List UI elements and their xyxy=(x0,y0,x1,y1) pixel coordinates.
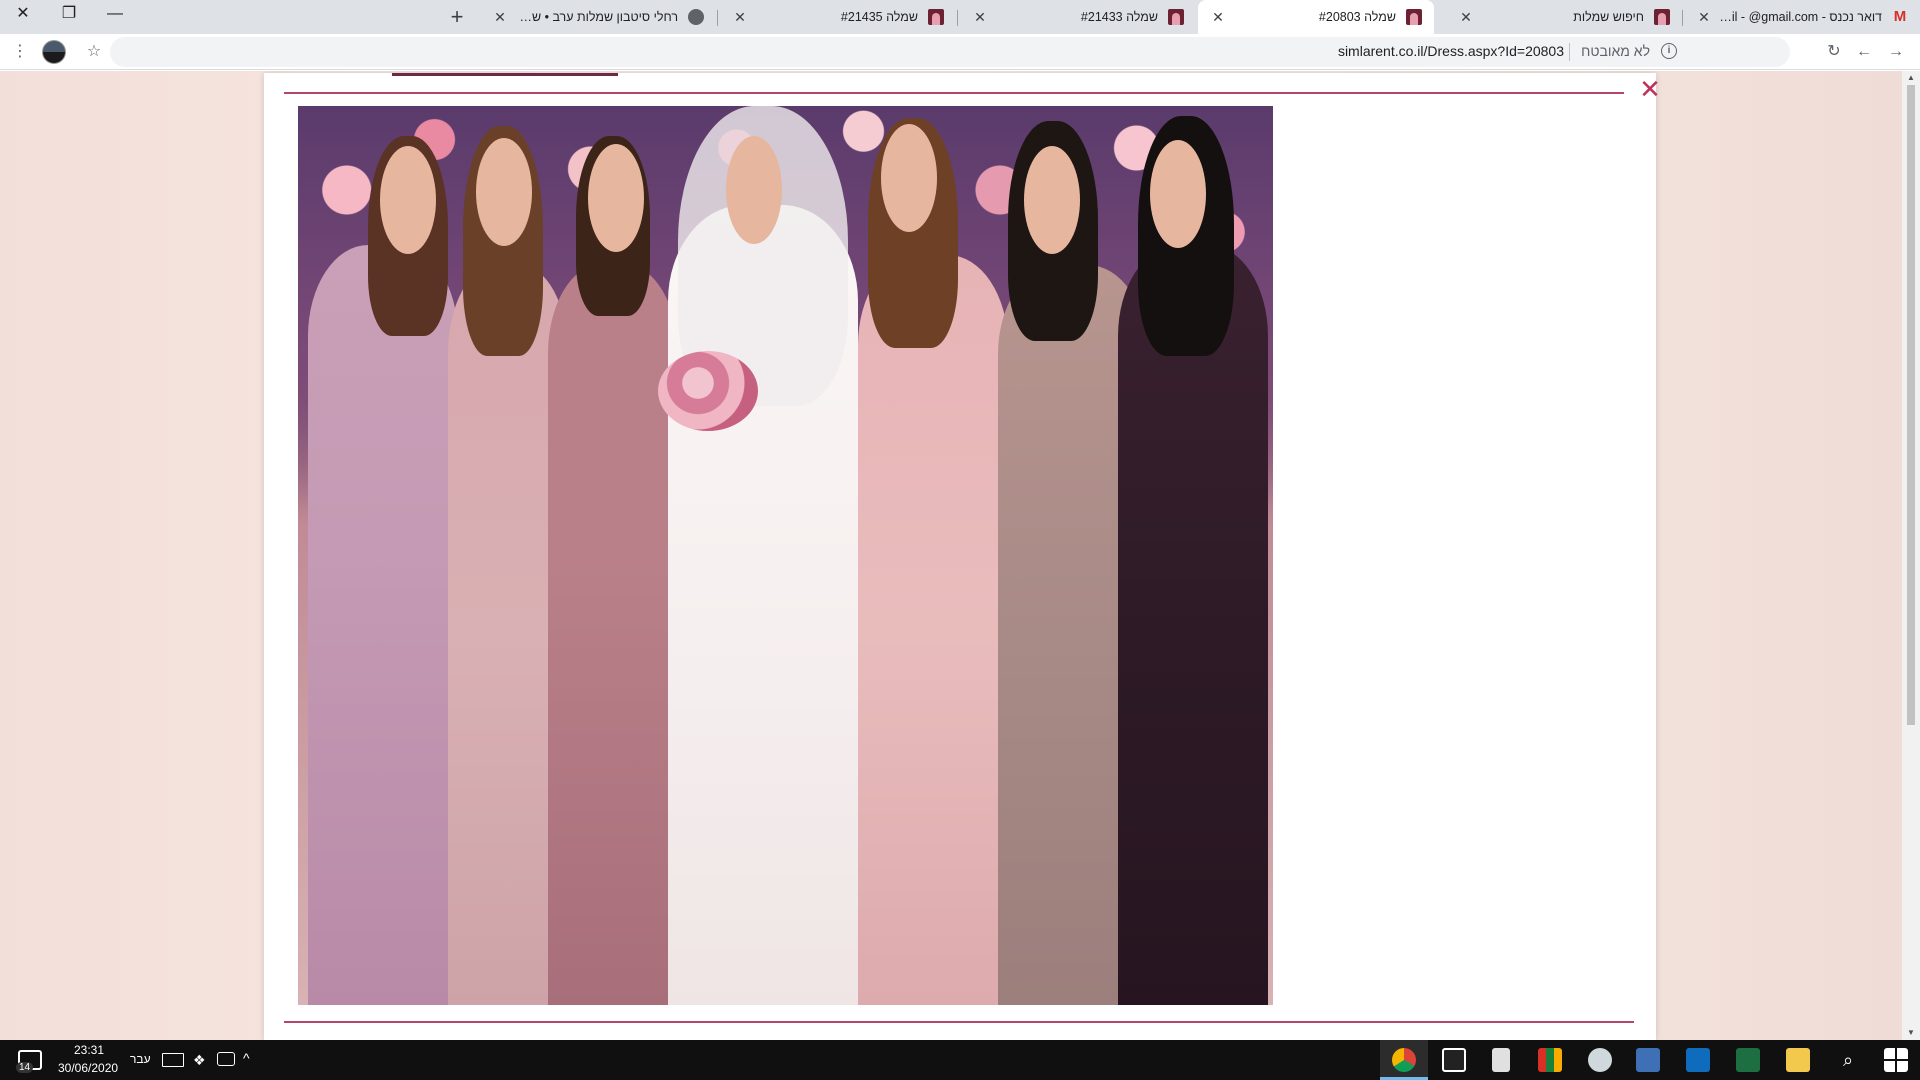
tab-dress-20803[interactable]: שמלה #20803 ✕ xyxy=(1198,0,1434,34)
globe-icon xyxy=(688,9,704,25)
start-windows-icon[interactable] xyxy=(1884,1048,1908,1072)
notification-count: 14 xyxy=(16,1062,34,1073)
excel-icon[interactable] xyxy=(1736,1048,1760,1072)
window-minimize-button[interactable]: — xyxy=(92,0,138,30)
tab-close-icon[interactable]: ✕ xyxy=(732,9,748,26)
tab-separator xyxy=(1682,10,1683,26)
browser-toolbar: ⋮ ☆ i לא מאובטח simlarent.co.il/Dress.as… xyxy=(0,34,1920,70)
dress-icon xyxy=(1406,9,1422,25)
network-app-icon[interactable] xyxy=(1636,1048,1660,1072)
profile-avatar[interactable] xyxy=(42,40,66,64)
tab-dress-search[interactable]: חיפוש שמלות ✕ xyxy=(1446,0,1682,34)
address-separator xyxy=(1569,43,1570,61)
face-blur xyxy=(726,136,782,244)
window-restore-button[interactable]: ❐ xyxy=(46,0,92,30)
tab-close-icon[interactable]: ✕ xyxy=(972,9,988,26)
tab-evening-dresses[interactable]: רחלי סיטבון שמלות ערב • שמחה ✕ xyxy=(480,0,716,34)
image-modal: ✕ xyxy=(264,73,1661,1040)
show-hidden-icons-icon[interactable]: ^ xyxy=(243,1050,259,1066)
address-bar[interactable]: i לא מאובטח simlarent.co.il/Dress.aspx?I… xyxy=(110,37,1790,67)
tab-dress-21433[interactable]: שמלה #21433 ✕ xyxy=(960,0,1196,34)
scroll-up-arrow-icon[interactable]: ▲ xyxy=(1906,73,1916,83)
chrome-icon[interactable] xyxy=(1392,1048,1416,1072)
tab-close-icon[interactable]: ✕ xyxy=(1210,9,1226,26)
face-blur xyxy=(588,144,644,252)
reload-icon[interactable]: ↻ xyxy=(1822,40,1846,64)
file-explorer-icon[interactable] xyxy=(1786,1048,1810,1072)
back-icon[interactable]: ← xyxy=(1852,40,1876,64)
face-blur xyxy=(380,146,436,254)
tab-title: רחלי סיטבון שמלות ערב • שמחה xyxy=(514,10,678,24)
keyboard-icon[interactable] xyxy=(162,1053,184,1067)
url-text[interactable]: simlarent.co.il/Dress.aspx?Id=20803 xyxy=(1338,43,1564,59)
page-scrollbar[interactable]: ▲ ▼ xyxy=(1902,71,1920,1040)
dress-photo xyxy=(298,106,1273,1005)
tab-title: חיפוש שמלות xyxy=(1573,10,1644,24)
tab-title: דואר נכנס - Gmail - @gmail.com xyxy=(1718,10,1882,24)
scroll-down-arrow-icon[interactable]: ▼ xyxy=(1906,1028,1916,1038)
new-tab-button[interactable]: + xyxy=(444,4,470,30)
tab-title: שמלה #21433 xyxy=(1080,10,1158,24)
calculator-icon[interactable] xyxy=(1492,1048,1510,1072)
tab-separator xyxy=(957,10,958,26)
tab-gmail[interactable]: M דואר נכנס - Gmail - @gmail.com ✕ xyxy=(1684,0,1920,34)
face-blur xyxy=(1024,146,1080,254)
clock-date[interactable]: 30/06/2020 xyxy=(58,1061,118,1075)
tab-separator xyxy=(717,10,718,26)
dress-figure xyxy=(548,265,678,1005)
menu-dots-icon[interactable]: ⋮ xyxy=(8,40,32,64)
info-icon[interactable]: i xyxy=(1661,43,1677,59)
dress-figure xyxy=(308,245,458,1005)
bouquet xyxy=(658,351,758,431)
modal-divider-bottom xyxy=(284,1021,1634,1023)
modal-divider-top xyxy=(284,92,1624,94)
windows-taskbar: 14 23:31 30/06/2020 עבר ❖ ^ ⌕ xyxy=(0,1040,1920,1080)
security-status[interactable]: לא מאובטח xyxy=(1581,43,1650,59)
outlook-icon[interactable] xyxy=(1686,1048,1710,1072)
forward-icon[interactable]: → xyxy=(1884,40,1908,64)
tab-close-icon[interactable]: ✕ xyxy=(1458,9,1474,26)
paint-icon[interactable] xyxy=(1588,1048,1612,1072)
tab-title: שמלה #21435 xyxy=(840,10,918,24)
dress-figure xyxy=(1118,245,1268,1005)
modal-top-accent xyxy=(392,73,618,76)
face-blur xyxy=(476,138,532,246)
close-icon[interactable]: ✕ xyxy=(1638,76,1662,102)
dress-icon xyxy=(1168,9,1184,25)
face-blur xyxy=(881,124,937,232)
app-icon[interactable] xyxy=(1538,1048,1562,1072)
language-indicator[interactable]: עבר xyxy=(130,1052,151,1066)
tab-strip: M דואר נכנס - Gmail - @gmail.com ✕ חיפוש… xyxy=(0,0,1920,34)
scroll-thumb[interactable] xyxy=(1907,85,1915,725)
tab-close-icon[interactable]: ✕ xyxy=(492,9,508,26)
gmail-icon: M xyxy=(1893,8,1907,25)
dropbox-icon[interactable]: ❖ xyxy=(193,1052,209,1068)
dress-icon xyxy=(928,9,944,25)
tab-title: שמלה #20803 xyxy=(1318,10,1396,24)
bookmark-star-icon[interactable]: ☆ xyxy=(82,40,106,64)
clock-time[interactable]: 23:31 xyxy=(74,1043,104,1057)
dress-figure xyxy=(858,255,1008,1005)
tab-dress-21435[interactable]: שמלה #21435 ✕ xyxy=(720,0,956,34)
dress-icon xyxy=(1654,9,1670,25)
face-blur xyxy=(1150,140,1206,248)
photos-icon[interactable] xyxy=(1442,1048,1466,1072)
network-icon[interactable] xyxy=(217,1052,235,1066)
window-close-button[interactable]: ✕ xyxy=(0,0,46,30)
search-icon[interactable]: ⌕ xyxy=(1836,1048,1860,1072)
tab-close-icon[interactable]: ✕ xyxy=(1696,9,1712,26)
page-background: ✕ xyxy=(0,71,1902,1040)
